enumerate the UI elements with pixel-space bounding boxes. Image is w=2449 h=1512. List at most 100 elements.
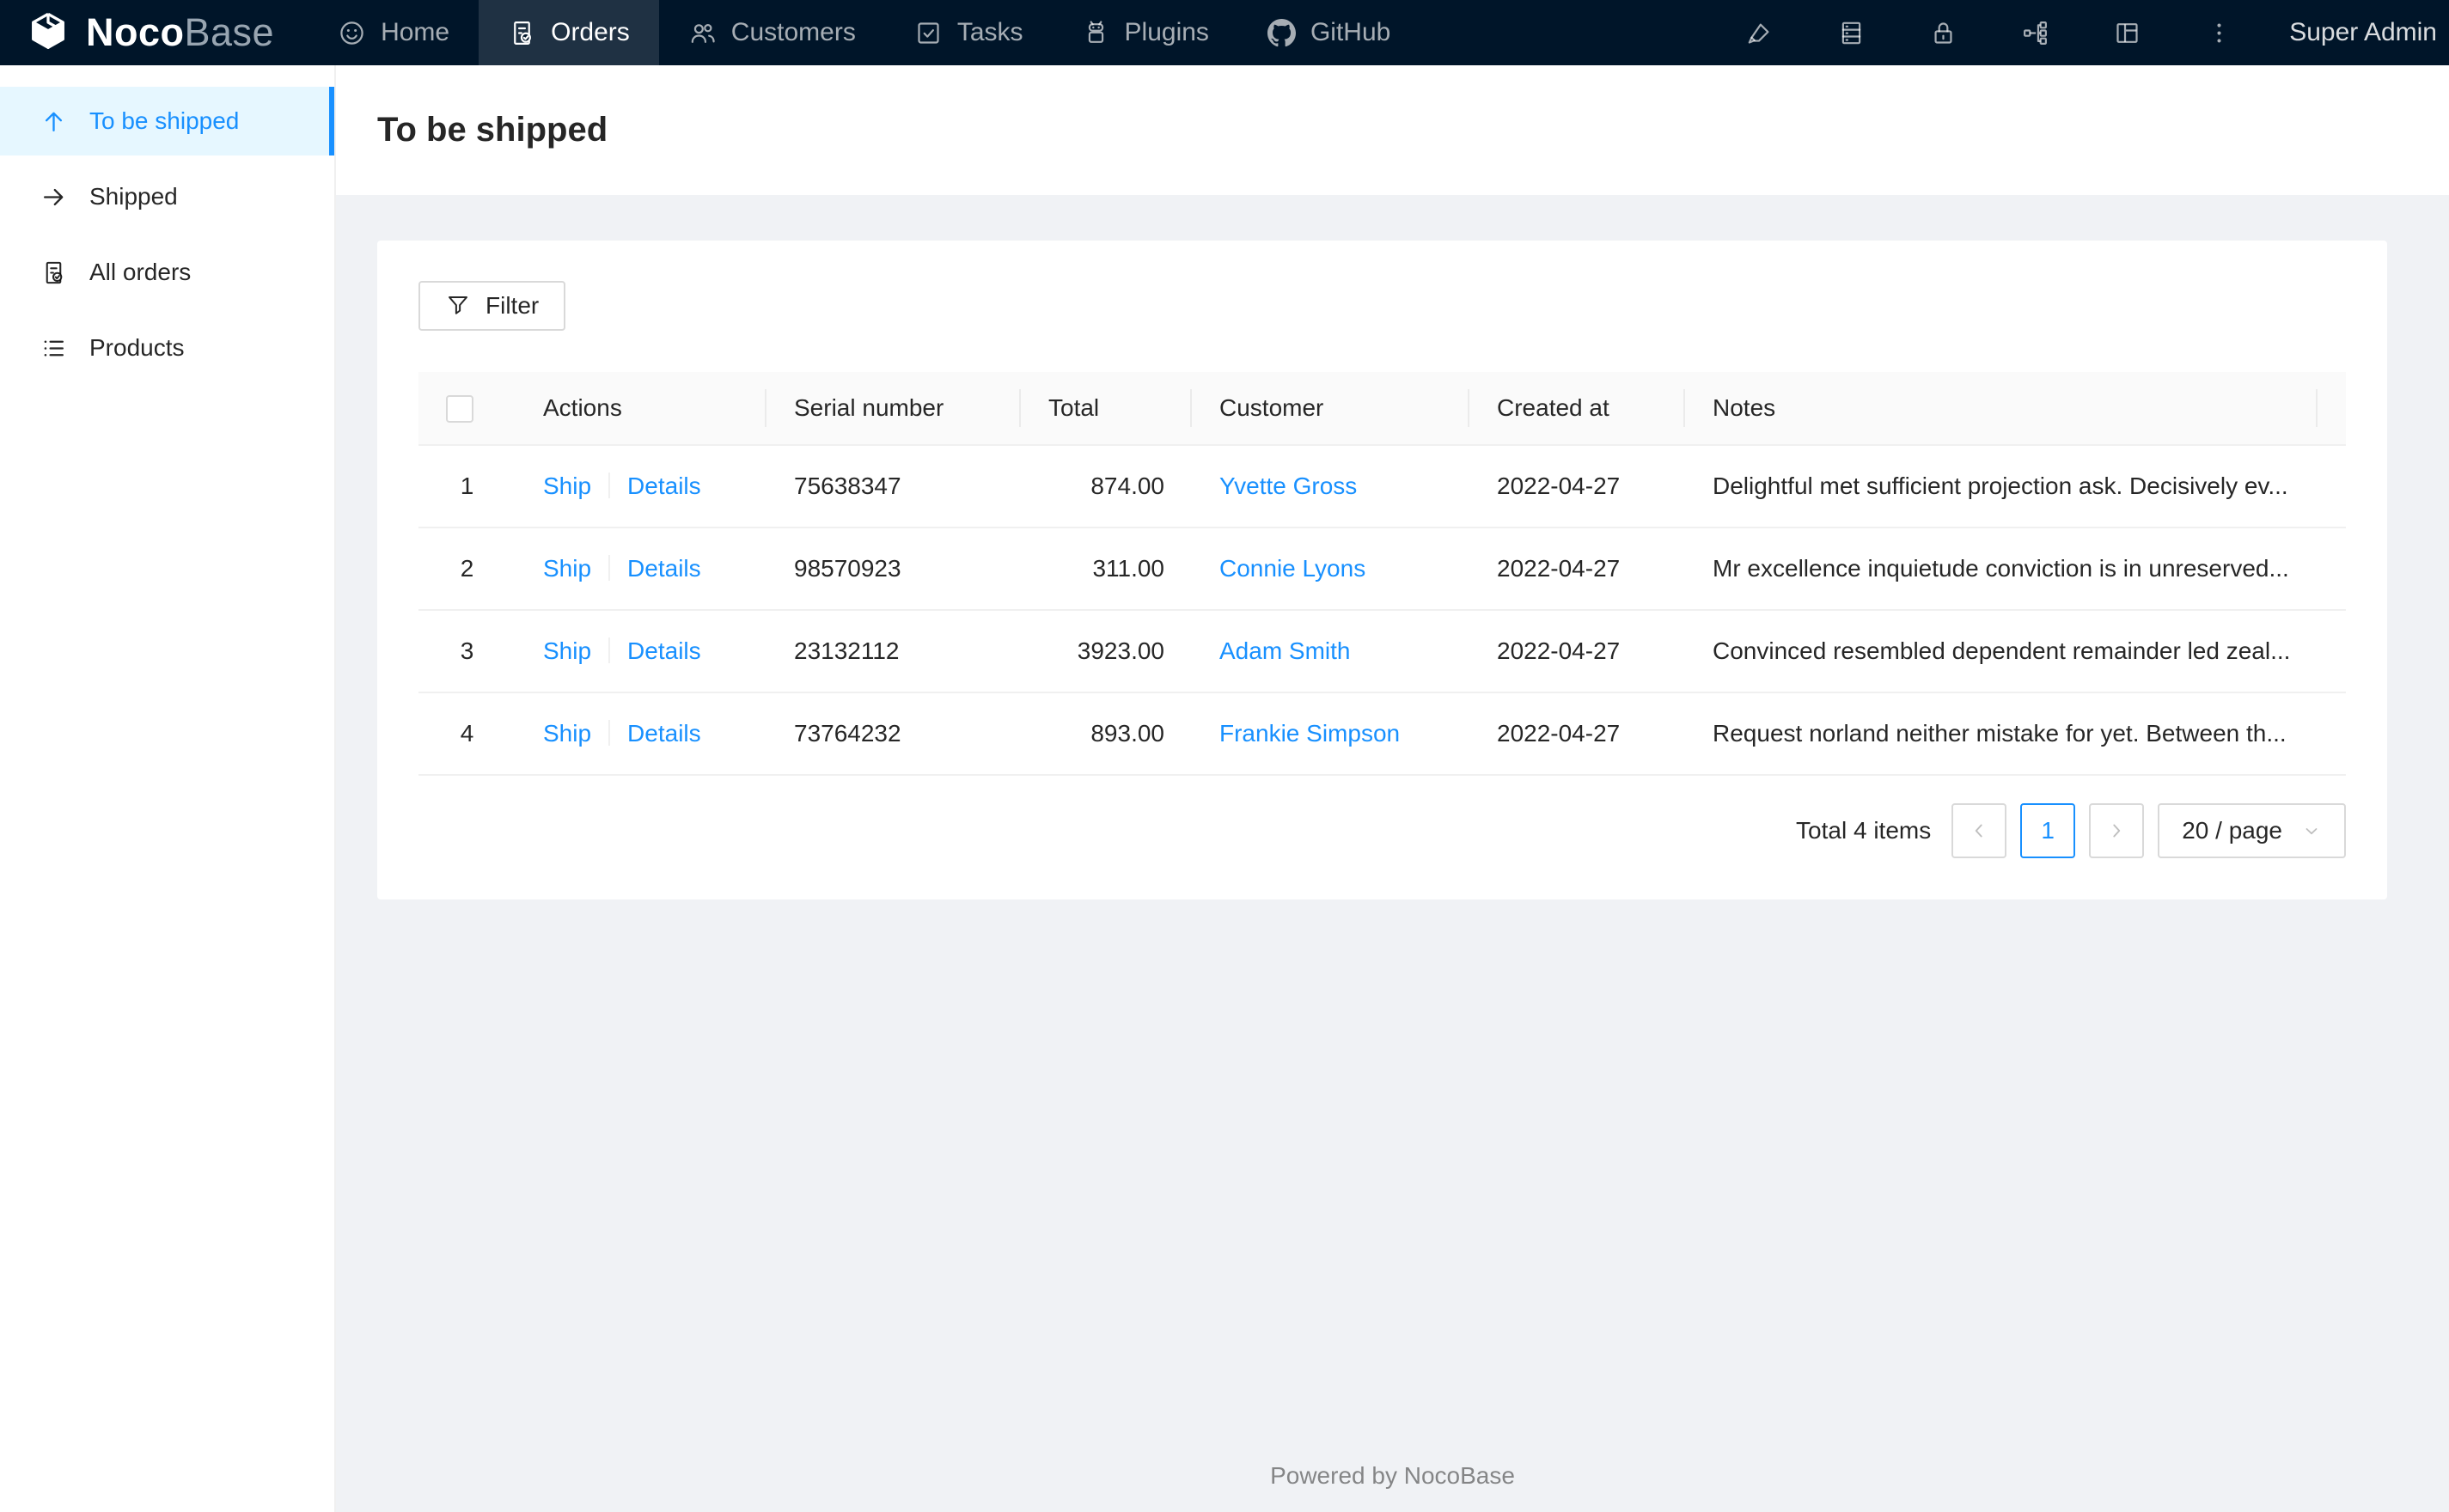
sidebar-item-to-be-shipped[interactable]: To be shipped	[0, 87, 334, 155]
smile-icon	[338, 19, 366, 47]
spacer-cell	[2318, 692, 2346, 776]
customer-cell: Frankie Simpson	[1192, 692, 1469, 776]
customer-cell: Yvette Gross	[1192, 444, 1469, 528]
filter-icon	[445, 293, 471, 319]
user-menu[interactable]: Super Admin	[2265, 0, 2449, 65]
details-link[interactable]: Details	[627, 720, 701, 747]
nav-item-home[interactable]: Home	[308, 0, 479, 65]
total-cell: 311.00	[1021, 527, 1192, 611]
serial-number-cell: 75638347	[766, 444, 1021, 528]
customer-cell: Adam Smith	[1192, 609, 1469, 693]
pagination: Total 4 items 1 20 / page	[418, 802, 2346, 858]
nav-action-cluster[interactable]	[1989, 0, 2081, 65]
filter-button[interactable]: Filter	[418, 281, 566, 331]
robot-icon	[1082, 19, 1110, 47]
total-cell: 874.00	[1021, 444, 1192, 528]
page-title: To be shipped	[377, 111, 608, 149]
pagination-page-1-button[interactable]: 1	[2020, 802, 2076, 858]
nav-item-plugins[interactable]: Plugins	[1053, 0, 1238, 65]
customer-link[interactable]: Frankie Simpson	[1219, 720, 1400, 747]
spacer-cell	[2318, 444, 2346, 528]
lock-icon	[1929, 19, 1957, 47]
nav-action-lock[interactable]	[1897, 0, 1989, 65]
unordered-list-icon	[40, 335, 67, 362]
brand-text: NocoBase	[86, 10, 275, 54]
row-actions: Ship Details	[516, 692, 766, 776]
page-size-select[interactable]: 20 / page	[2158, 802, 2346, 858]
check-square-icon	[914, 19, 943, 47]
row-actions: Ship Details	[516, 609, 766, 693]
row-actions: Ship Details	[516, 444, 766, 528]
table-row: 1 Ship Details 75638347 874.00 Yvette Gro…	[418, 444, 2346, 528]
column-header-created-at: Created at	[1469, 372, 1685, 446]
action-divider	[608, 637, 611, 663]
ship-link[interactable]: Ship	[543, 637, 591, 664]
row-actions: Ship Details	[516, 527, 766, 611]
team-icon	[688, 19, 717, 47]
details-link[interactable]: Details	[627, 555, 701, 582]
ship-link[interactable]: Ship	[543, 555, 591, 582]
top-navbar: NocoBase Home Orders Customers Tasks Plu…	[0, 0, 2449, 65]
sidebar-item-shipped[interactable]: Shipped	[0, 162, 334, 231]
arrow-up-icon	[40, 108, 67, 135]
customer-link[interactable]: Adam Smith	[1219, 637, 1351, 664]
row-index: 1	[418, 444, 516, 528]
highlighter-icon	[1745, 19, 1774, 47]
nav-action-layout[interactable]	[2081, 0, 2173, 65]
created-at-cell: 2022-04-27	[1469, 527, 1685, 611]
ship-link[interactable]: Ship	[543, 720, 591, 747]
powered-by-footer: Powered by NocoBase	[1270, 1462, 1515, 1489]
arrow-right-icon	[40, 184, 67, 210]
table-header-row: Actions Serial number Total Customer Cre…	[418, 372, 2346, 446]
column-header-customer: Customer	[1192, 372, 1469, 446]
navbar-actions	[1713, 0, 2265, 65]
pagination-prev-button[interactable]	[1951, 802, 2007, 858]
notes-cell: Mr excellence inquietude conviction is i…	[1685, 527, 2318, 611]
spacer-cell	[2318, 527, 2346, 611]
customer-cell: Connie Lyons	[1192, 527, 1469, 611]
serial-number-cell: 98570923	[766, 527, 1021, 611]
cluster-icon	[2021, 19, 2049, 47]
customer-link[interactable]: Yvette Gross	[1219, 472, 1357, 499]
nav-action-ellipsis-vertical[interactable]	[2173, 0, 2265, 65]
details-link[interactable]: Details	[627, 637, 701, 664]
chevron-left-icon	[1968, 820, 1990, 842]
cube-logo-icon	[26, 10, 70, 55]
pagination-next-button[interactable]	[2089, 802, 2145, 858]
customer-link[interactable]: Connie Lyons	[1219, 555, 1365, 582]
sidebar-item-products[interactable]: Products	[0, 314, 334, 382]
column-header-total: Total	[1021, 372, 1192, 446]
sidebar-item-all-orders[interactable]: All orders	[0, 238, 334, 307]
action-divider	[608, 719, 611, 746]
row-index: 4	[418, 692, 516, 776]
layout-icon	[2113, 19, 2141, 47]
nav-item-customers[interactable]: Customers	[659, 0, 885, 65]
total-cell: 3923.00	[1021, 609, 1192, 693]
created-at-cell: 2022-04-27	[1469, 692, 1685, 776]
table-row: 3 Ship Details 23132112 3923.00 Adam Smit…	[418, 609, 2346, 693]
column-header-serial: Serial number	[766, 372, 1021, 446]
notes-cell: Request norland neither mistake for yet.…	[1685, 692, 2318, 776]
page-header: To be shipped	[336, 65, 2449, 195]
row-index: 2	[418, 527, 516, 611]
table-row: 2 Ship Details 98570923 311.00 Connie Lyo…	[418, 527, 2346, 611]
chevron-right-icon	[2105, 820, 2128, 842]
nav-item-tasks[interactable]: Tasks	[885, 0, 1053, 65]
nav-action-database[interactable]	[1805, 0, 1897, 65]
sidebar: To be shipped Shipped All orders Product…	[0, 65, 336, 1512]
github-icon	[1267, 19, 1296, 47]
nav-action-highlighter[interactable]	[1713, 0, 1805, 65]
nav-item-orders[interactable]: Orders	[479, 0, 659, 65]
orders-card: Filter Actions Serial number Total Custo…	[377, 241, 2387, 899]
orders-table: Actions Serial number Total Customer Cre…	[418, 372, 2346, 776]
details-link[interactable]: Details	[627, 472, 701, 499]
chevron-down-icon	[2301, 820, 2322, 841]
ship-link[interactable]: Ship	[543, 472, 591, 499]
ellipsis-vertical-icon	[2205, 19, 2233, 47]
notes-cell: Delightful met sufficient projection ask…	[1685, 444, 2318, 528]
file-done-icon	[40, 259, 67, 286]
action-divider	[608, 472, 611, 498]
nav-item-github[interactable]: GitHub	[1238, 0, 1420, 65]
select-all-checkbox[interactable]	[446, 394, 473, 423]
nocobase-logo[interactable]: NocoBase	[0, 0, 308, 65]
